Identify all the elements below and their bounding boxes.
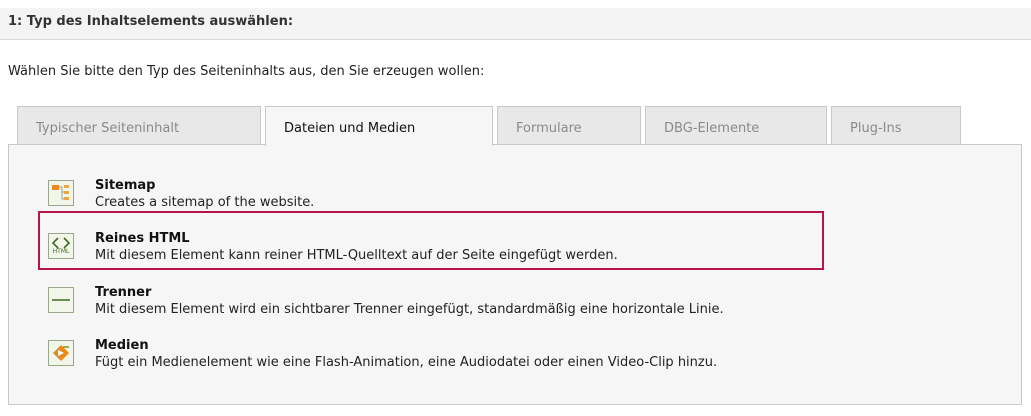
tab-label: Dateien und Medien (284, 121, 416, 136)
item-description: Mit diesem Element wird ein sichtbarer T… (95, 302, 724, 317)
item-description: Fügt ein Medienelement wie eine Flash-An… (95, 355, 718, 370)
highlight-box (38, 211, 824, 270)
tab-formulare[interactable]: Formulare (497, 106, 641, 145)
item-title: Trenner (95, 285, 152, 300)
sitemap-icon (48, 180, 74, 206)
item-title: Medien (95, 338, 149, 353)
intro-text: Wählen Sie bitte den Typ des Seiteninhal… (8, 64, 485, 79)
tab-plug-ins[interactable]: Plug-Ins (831, 106, 961, 145)
tab-label: Formulare (516, 121, 582, 136)
tab-label: Plug-Ins (850, 121, 902, 136)
media-icon (48, 340, 74, 366)
tab-dbg-elemente[interactable]: DBG-Elemente (645, 106, 827, 145)
tab-dateien-und-medien[interactable]: Dateien und Medien (265, 106, 493, 146)
section-title: 1: Typ des Inhaltselements auswählen: (8, 14, 294, 29)
item-title: Sitemap (95, 178, 156, 193)
tab-label: DBG-Elemente (664, 121, 760, 136)
divider-icon (48, 287, 74, 313)
tab-typischer-seiteninhalt[interactable]: Typischer Seiteninhalt (17, 106, 261, 145)
tab-label: Typischer Seiteninhalt (36, 121, 180, 136)
item-description: Creates a sitemap of the website. (95, 195, 315, 210)
